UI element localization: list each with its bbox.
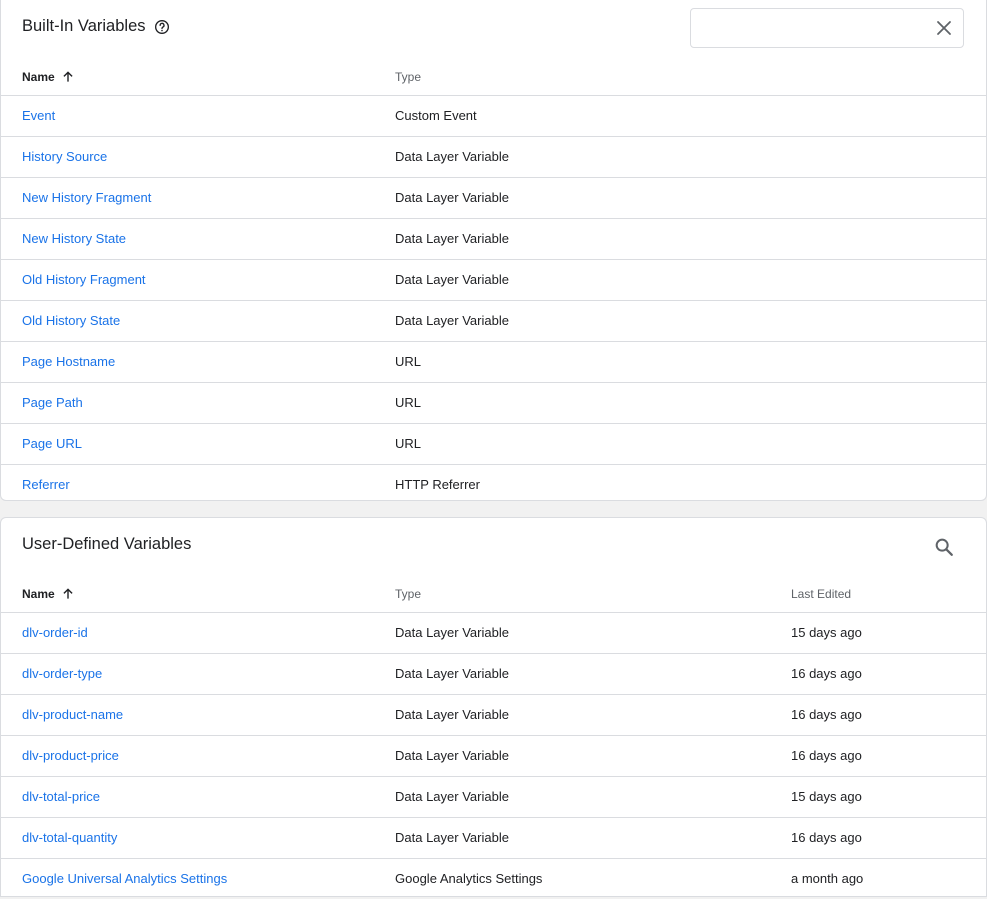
variable-name-link[interactable]: Page URL	[22, 436, 82, 451]
variable-type: Custom Event	[395, 108, 477, 123]
last-edited: 16 days ago	[791, 666, 862, 681]
table-row[interactable]: Google Universal Analytics Settings Googl…	[1, 859, 986, 899]
variable-type: Data Layer Variable	[395, 666, 509, 681]
built-in-table-body: Event Custom Event History Source Data Laye…	[1, 96, 986, 505]
type-column-header[interactable]: Type	[395, 587, 421, 601]
arrow-up-icon	[63, 588, 73, 599]
last-edited-column-header[interactable]: Last Edited	[791, 587, 851, 601]
table-row[interactable]: Page Hostname URL	[1, 342, 986, 383]
variable-name-link[interactable]: dlv-total-price	[22, 789, 100, 804]
variable-type: URL	[395, 354, 422, 369]
search-icon[interactable]	[933, 536, 955, 558]
help-circle-icon[interactable]	[154, 19, 170, 35]
variable-type: Data Layer Variable	[395, 149, 509, 164]
name-column-header[interactable]: Name	[22, 587, 75, 601]
variable-type: Data Layer Variable	[395, 830, 509, 845]
variable-name-link[interactable]: dlv-product-price	[22, 748, 119, 763]
variable-name-link[interactable]: Old History State	[22, 313, 120, 328]
variable-name-link[interactable]: Referrer	[22, 477, 70, 492]
table-row[interactable]: Page URL URL	[1, 424, 986, 465]
variable-name-link[interactable]: dlv-order-id	[22, 625, 88, 640]
variable-name-link[interactable]: dlv-product-name	[22, 707, 123, 722]
table-row[interactable]: dlv-order-type Data Layer Variable 16 days…	[1, 654, 986, 695]
table-row[interactable]: Event Custom Event	[1, 96, 986, 137]
last-edited: 16 days ago	[791, 830, 862, 845]
built-in-variables-title-row: Built-In Variables	[22, 17, 170, 36]
type-column-header[interactable]: Type	[395, 70, 421, 84]
variable-name-link[interactable]: History Source	[22, 149, 107, 164]
name-column-label: Name	[22, 587, 55, 601]
table-row[interactable]: dlv-total-quantity Data Layer Variable 16 …	[1, 818, 986, 859]
variable-type: Data Layer Variable	[395, 625, 509, 640]
table-row[interactable]: dlv-product-name Data Layer Variable 16 da…	[1, 695, 986, 736]
variable-name-link[interactable]: Old History Fragment	[22, 272, 146, 287]
variable-type: URL	[395, 395, 422, 410]
table-row[interactable]: Old History Fragment Data Layer Variable	[1, 260, 986, 301]
table-row[interactable]: dlv-total-price Data Layer Variable 15 day…	[1, 777, 986, 818]
last-edited: a month ago	[791, 871, 864, 886]
variable-type: Data Layer Variable	[395, 707, 509, 722]
table-row[interactable]: dlv-order-id Data Layer Variable 15 days a…	[1, 613, 986, 654]
table-row[interactable]: Referrer HTTP Referrer	[1, 465, 986, 505]
variable-type: URL	[395, 436, 422, 451]
variable-name-link[interactable]: New History State	[22, 231, 126, 246]
table-row[interactable]: Page Path URL	[1, 383, 986, 424]
close-icon[interactable]	[935, 19, 953, 37]
variable-type: Data Layer Variable	[395, 313, 509, 328]
variable-type: Data Layer Variable	[395, 190, 509, 205]
variable-name-link[interactable]: dlv-order-type	[22, 666, 102, 681]
variable-name-link[interactable]: Page Hostname	[22, 354, 115, 369]
name-column-label: Name	[22, 70, 55, 84]
variable-name-link[interactable]: Google Universal Analytics Settings	[22, 871, 227, 886]
table-row[interactable]: Old History State Data Layer Variable	[1, 301, 986, 342]
table-row[interactable]: History Source Data Layer Variable	[1, 137, 986, 178]
variable-type: Data Layer Variable	[395, 748, 509, 763]
built-in-table-header: Name Type	[1, 59, 986, 96]
table-row[interactable]: New History Fragment Data Layer Variable	[1, 178, 986, 219]
last-edited: 15 days ago	[791, 625, 862, 640]
variable-type: HTTP Referrer	[395, 477, 480, 492]
table-row[interactable]: dlv-product-price Data Layer Variable 16 d…	[1, 736, 986, 777]
built-in-filter-input[interactable]	[699, 17, 923, 41]
built-in-variables-card: Built-In Variables Name Type Event Custom…	[0, 0, 987, 501]
variable-type: Data Layer Variable	[395, 789, 509, 804]
last-edited: 16 days ago	[791, 707, 862, 722]
built-in-filter-box	[690, 8, 964, 48]
variable-type: Data Layer Variable	[395, 231, 509, 246]
variable-name-link[interactable]: New History Fragment	[22, 190, 151, 205]
variable-name-link[interactable]: Event	[22, 108, 55, 123]
last-edited: 15 days ago	[791, 789, 862, 804]
variable-type: Google Analytics Settings	[395, 871, 543, 886]
arrow-up-icon	[63, 71, 73, 82]
last-edited: 16 days ago	[791, 748, 862, 763]
table-row[interactable]: New History State Data Layer Variable	[1, 219, 986, 260]
user-defined-variables-title: User-Defined Variables	[22, 535, 192, 553]
name-column-header[interactable]: Name	[22, 70, 75, 84]
user-defined-table-body: dlv-order-id Data Layer Variable 15 days a…	[1, 613, 986, 899]
variable-name-link[interactable]: Page Path	[22, 395, 83, 410]
user-defined-table-header: Name Type Last Edited	[1, 576, 986, 613]
variable-name-link[interactable]: dlv-total-quantity	[22, 830, 117, 845]
built-in-variables-title: Built-In Variables	[22, 17, 146, 35]
user-defined-variables-card: User-Defined Variables Name Type Last Ed…	[0, 517, 987, 897]
variable-type: Data Layer Variable	[395, 272, 509, 287]
